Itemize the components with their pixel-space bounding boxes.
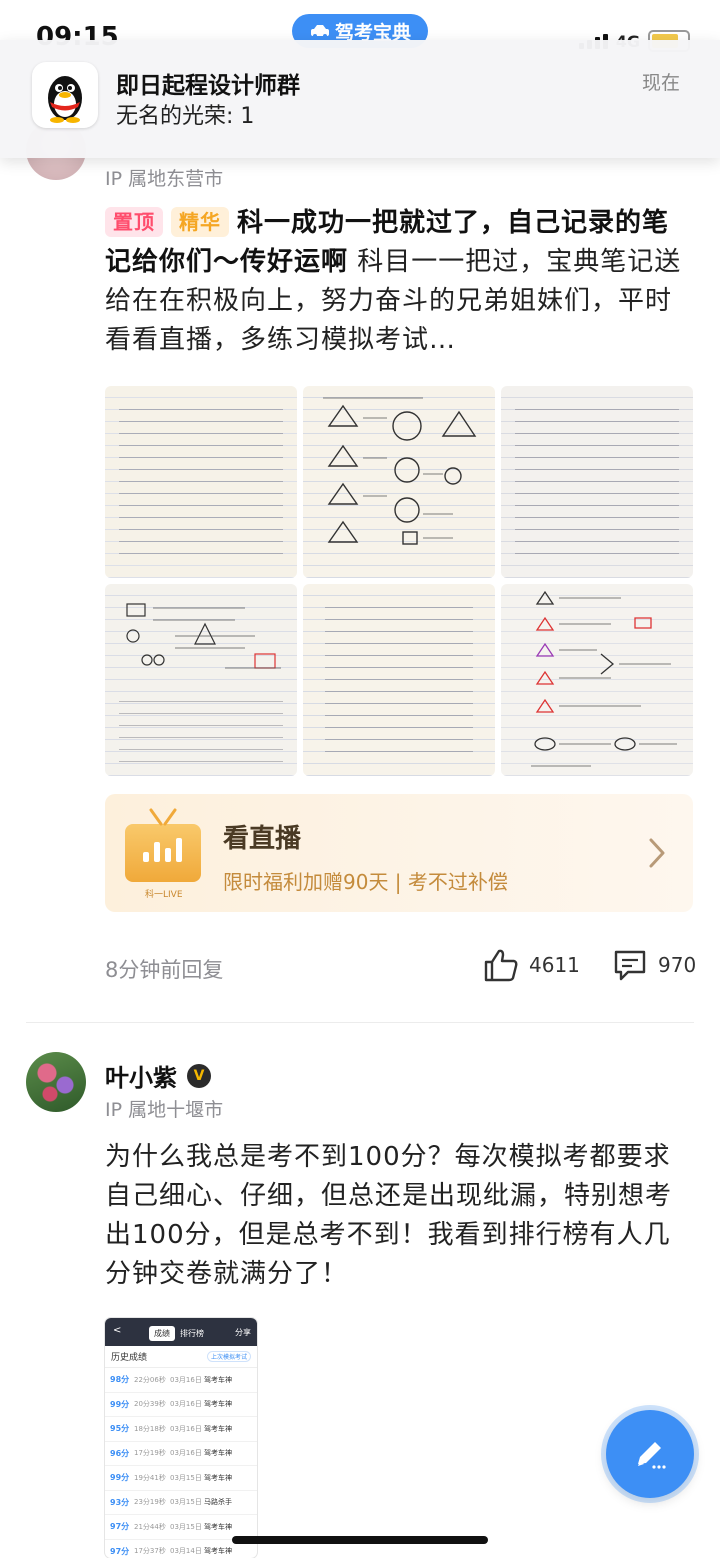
post-location: IP 属地东营市	[105, 168, 224, 190]
live-card-title: 看直播	[223, 824, 302, 854]
score-row-time: 22分06秒	[134, 1375, 166, 1384]
note-image-3[interactable]	[501, 386, 693, 578]
score-row-type: 马路杀手	[204, 1498, 232, 1507]
note-image-2[interactable]	[303, 386, 495, 578]
post-location: IP 属地十堰市	[105, 1099, 224, 1121]
score-row-date: 03月16日	[170, 1375, 202, 1384]
screenshot-topbar: < 成绩 排行榜 分享	[105, 1318, 257, 1346]
post-image-grid	[105, 386, 693, 776]
score-row-date: 03月14日	[170, 1547, 202, 1556]
notification-title: 即日起程设计师群	[116, 73, 300, 99]
live-card-subtitle: 限时福利加赠90天 | 考不过补偿	[223, 870, 508, 894]
like-button[interactable]: 4611	[483, 948, 580, 982]
qq-app-icon	[32, 62, 98, 128]
score-row: 99分 20分39秒 03月16日 驾考车神	[105, 1393, 257, 1417]
score-row-score: 98分	[110, 1375, 130, 1385]
author-name-row[interactable]: 叶小紫 V	[105, 1058, 211, 1093]
score-row-type: 驾考车神	[204, 1375, 232, 1384]
score-row-time: 20分39秒	[134, 1400, 166, 1409]
score-row-score: 99分	[110, 1473, 130, 1483]
score-row-score: 99分	[110, 1399, 130, 1409]
compose-button[interactable]	[606, 1410, 694, 1498]
notification-banner[interactable]: 即日起程设计师群 无名的光荣: 1 现在	[0, 40, 720, 158]
comment-icon	[614, 950, 646, 981]
featured-tag: 精华	[171, 207, 229, 237]
comment-count: 970	[658, 953, 697, 977]
tv-bars-icon	[143, 838, 182, 862]
car-icon	[310, 25, 329, 38]
score-row-type: 驾考车神	[204, 1522, 232, 1531]
note-image-4[interactable]	[105, 584, 297, 776]
post-divider	[26, 1022, 694, 1023]
post-image-screenshot[interactable]: < 成绩 排行榜 分享 历史成绩 上次模拟考试 98分 22分06秒 03月16日驾…	[105, 1318, 257, 1558]
score-row-time: 23分19秒	[134, 1498, 166, 1507]
screenshot-header-action: 上次模拟考试	[206, 1351, 251, 1362]
score-row-type: 驾考车神	[204, 1449, 232, 1458]
screenshot-tab: 成绩	[149, 1326, 175, 1341]
score-row-date: 03月15日	[170, 1498, 202, 1507]
score-row-date: 03月16日	[170, 1400, 202, 1409]
score-row-date: 03月16日	[170, 1449, 202, 1458]
score-row: 98分 22分06秒 03月16日 驾考车神	[105, 1368, 257, 1393]
verified-badge-icon: V	[187, 1063, 211, 1088]
score-row-type: 驾考车神	[204, 1547, 232, 1556]
score-row-date: 03月15日	[170, 1522, 202, 1531]
score-row-score: 97分	[110, 1522, 130, 1532]
score-row: 95分 18分18秒 03月16日 驾考车神	[105, 1417, 257, 1442]
score-row-type: 驾考车神	[204, 1424, 232, 1433]
score-row: 93分 23分19秒 03月15日 马路杀手	[105, 1491, 257, 1515]
tv-antenna-icon	[149, 808, 177, 826]
live-stream-card[interactable]: 科一LIVE 看直播 限时福利加赠90天 | 考不过补偿	[105, 794, 693, 912]
like-count: 4611	[529, 953, 580, 977]
score-row: 99分 19分41秒 03月15日 驾考车神	[105, 1466, 257, 1491]
screenshot-share: 分享	[235, 1328, 251, 1337]
screenshot-header: 历史成绩 上次模拟考试	[105, 1346, 257, 1368]
author-name: 叶小紫	[105, 1064, 177, 1092]
score-row-type: 驾考车神	[204, 1473, 232, 1482]
tv-label: 科一LIVE	[145, 890, 183, 900]
back-icon: <	[113, 1325, 122, 1336]
chevron-right-icon	[649, 838, 665, 868]
home-indicator	[232, 1536, 488, 1544]
screenshot-header-title: 历史成绩	[111, 1353, 148, 1363]
score-row-score: 93分	[110, 1497, 130, 1507]
thumbs-up-icon	[484, 949, 518, 982]
score-row-score: 96分	[110, 1448, 130, 1458]
note-image-1[interactable]	[105, 386, 297, 578]
score-row-type: 驾考车神	[204, 1400, 232, 1409]
score-row-time: 19分41秒	[134, 1473, 166, 1482]
score-row-time: 17分19秒	[134, 1449, 166, 1458]
post-body[interactable]: 为什么我总是考不到100分？每次模拟考都要求自己细心、仔细，但总还是出现纰漏，特…	[105, 1138, 685, 1294]
post-time-ago: 8分钟前回复	[105, 958, 224, 982]
pinned-tag: 置顶	[105, 207, 163, 237]
author-avatar[interactable]	[26, 1052, 86, 1112]
score-row-time: 18分18秒	[134, 1424, 166, 1433]
notification-message: 无名的光荣: 1	[116, 104, 255, 129]
note-image-6[interactable]	[501, 584, 693, 776]
score-row-time: 21分44秒	[134, 1522, 166, 1531]
notification-time: 现在	[641, 72, 680, 94]
screenshot-tab: 排行榜	[180, 1329, 204, 1338]
score-row-date: 03月15日	[170, 1473, 202, 1482]
score-row-score: 97分	[110, 1546, 130, 1556]
score-row: 96分 17分19秒 03月16日 驾考车神	[105, 1442, 257, 1466]
note-image-5[interactable]	[303, 584, 495, 776]
score-row-score: 95分	[110, 1424, 130, 1434]
comment-button[interactable]: 970	[612, 948, 696, 982]
pencil-icon	[638, 1442, 666, 1469]
post-text[interactable]: 置顶 精华 科一成功一把就过了，自己记录的笔记给你们～传好运啊 科目一一把过，宝典笔…	[105, 204, 685, 360]
score-row-date: 03月16日	[170, 1424, 202, 1433]
score-row-time: 17分37秒	[134, 1547, 166, 1556]
